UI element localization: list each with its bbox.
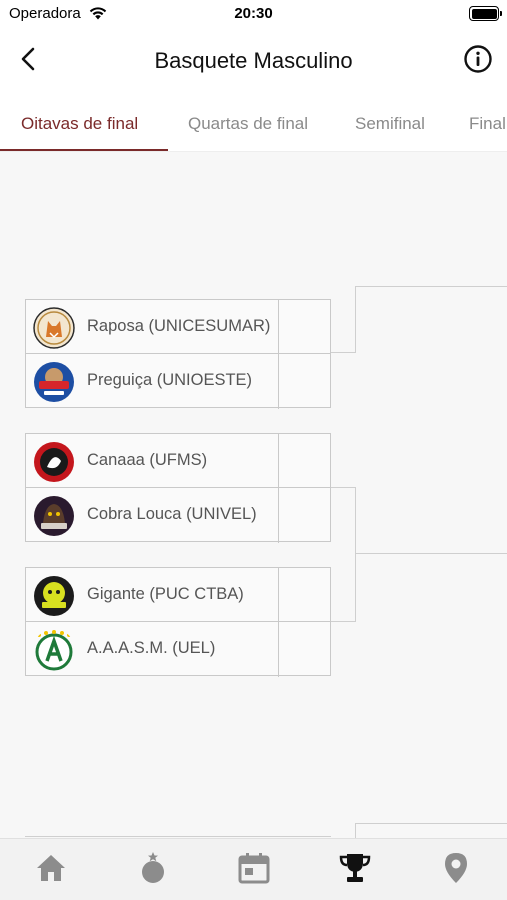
team-row[interactable]: Raposa (UNICESUMAR) bbox=[25, 299, 331, 355]
page-title: Basquete Masculino bbox=[154, 48, 353, 73]
calendar-icon[interactable] bbox=[237, 851, 271, 885]
team-name: Preguiça (UNIOESTE) bbox=[87, 371, 253, 389]
score-box bbox=[278, 299, 330, 355]
home-icon[interactable] bbox=[34, 851, 68, 885]
score-box bbox=[278, 433, 330, 489]
match-card[interactable]: Raposa (UNICESUMAR) Preguiça (UNIOESTE) bbox=[25, 299, 331, 409]
bracket-connector bbox=[355, 823, 356, 838]
bracket-connector bbox=[355, 286, 356, 353]
clock: 20:30 bbox=[234, 5, 273, 22]
bracket-connector bbox=[355, 553, 507, 554]
team-name: Cobra Louca (UNIVEL) bbox=[87, 505, 257, 523]
medal-icon[interactable] bbox=[136, 851, 170, 885]
tab-semifinal[interactable]: Semifinal bbox=[355, 114, 425, 134]
team-row[interactable]: Canaaa (UFMS) bbox=[25, 433, 331, 489]
score-box bbox=[278, 567, 330, 623]
team-logo bbox=[34, 362, 74, 402]
bracket-connector bbox=[355, 823, 507, 824]
tab-quartas[interactable]: Quartas de final bbox=[188, 114, 308, 134]
team-logo bbox=[33, 307, 75, 349]
team-logo bbox=[34, 442, 74, 482]
team-row[interactable]: Gigante (PUC CTBA) bbox=[25, 567, 331, 623]
score-box bbox=[278, 621, 330, 677]
tab-oitavas[interactable]: Oitavas de final bbox=[21, 114, 138, 134]
team-name: Canaaa (UFMS) bbox=[87, 451, 208, 469]
score-box bbox=[278, 353, 330, 409]
bracket-view[interactable]: Raposa (UNICESUMAR) Preguiça (UNIOESTE) … bbox=[0, 152, 507, 838]
team-name: Gigante (PUC CTBA) bbox=[87, 585, 244, 603]
bracket-connector bbox=[331, 487, 356, 488]
team-logo bbox=[34, 576, 74, 616]
team-name: Raposa (UNICESUMAR) bbox=[87, 317, 271, 335]
match-card[interactable]: Gigante (PUC CTBA) A.A.A.S.M. (UEL) bbox=[25, 567, 331, 677]
match-card[interactable]: Canaaa (UFMS) Cobra Louca (UNIVEL) bbox=[25, 433, 331, 543]
phase-tabs: Oitavas de final Quartas de final Semifi… bbox=[0, 94, 507, 152]
bottom-tab-bar bbox=[0, 838, 507, 900]
location-pin-icon[interactable] bbox=[439, 851, 473, 885]
team-name: A.A.A.S.M. (UEL) bbox=[87, 639, 216, 657]
status-bar: Operadora 20:30 bbox=[0, 0, 507, 28]
team-logo bbox=[35, 630, 73, 671]
tab-final[interactable]: Final bbox=[469, 114, 506, 134]
team-logo bbox=[34, 496, 74, 536]
trophy-icon[interactable] bbox=[338, 851, 372, 885]
bracket-connector bbox=[355, 487, 356, 622]
score-box bbox=[278, 487, 330, 543]
team-row[interactable]: Preguiça (UNIOESTE) bbox=[25, 353, 331, 409]
bracket-connector bbox=[355, 286, 507, 287]
bracket-connector bbox=[25, 836, 331, 837]
battery-icon bbox=[469, 6, 502, 21]
team-row[interactable]: A.A.A.S.M. (UEL) bbox=[25, 621, 331, 677]
bracket-connector bbox=[331, 352, 356, 353]
team-row[interactable]: Cobra Louca (UNIVEL) bbox=[25, 487, 331, 543]
bracket-connector bbox=[331, 621, 356, 622]
info-icon[interactable] bbox=[463, 44, 493, 74]
nav-header: Basquete Masculino bbox=[0, 28, 507, 94]
